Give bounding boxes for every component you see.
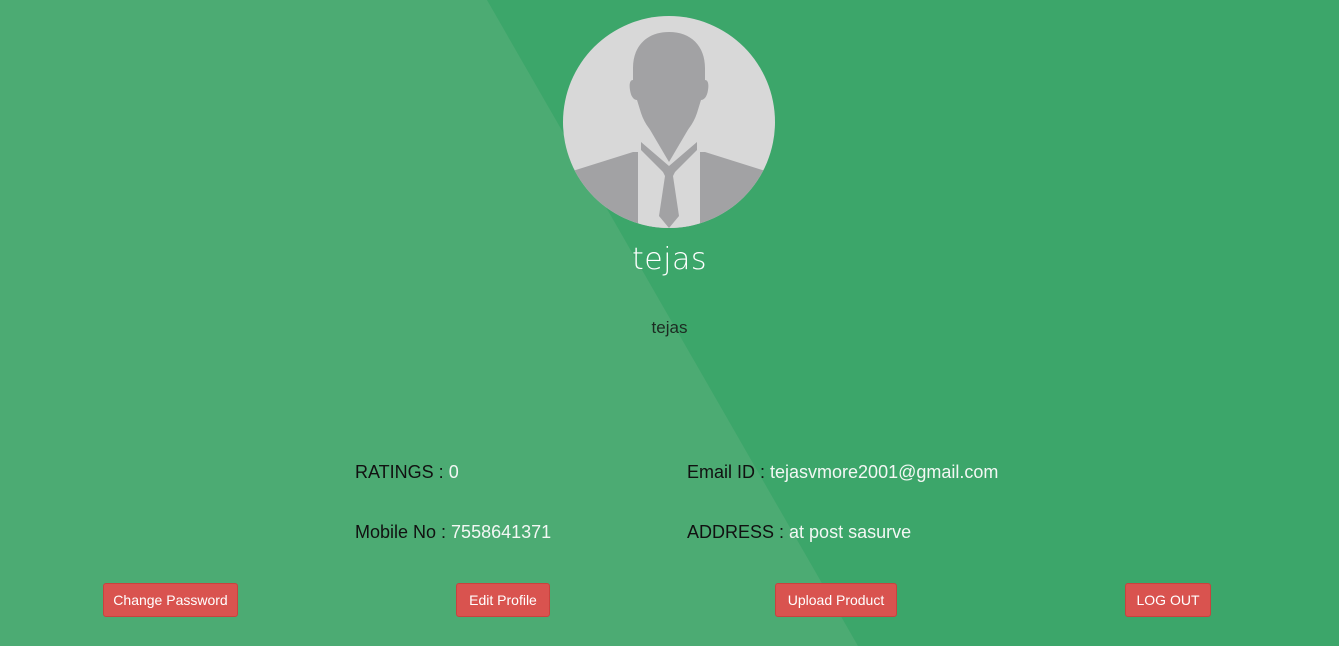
- ratings-label: RATINGS :: [355, 462, 449, 482]
- log-out-button[interactable]: LOG OUT: [1125, 583, 1211, 617]
- ratings-value: 0: [448, 462, 459, 482]
- profile-avatar: [563, 16, 775, 228]
- mobile-field: Mobile No : 7558641371: [355, 522, 551, 543]
- mobile-value: 7558641371: [451, 522, 552, 542]
- profile-display-name: tejas: [631, 242, 708, 277]
- mobile-label: Mobile No :: [355, 522, 452, 542]
- change-password-button[interactable]: Change Password: [103, 583, 238, 617]
- ratings-field: RATINGS : 0: [355, 462, 459, 483]
- person-silhouette-icon: [563, 32, 775, 228]
- address-field: ADDRESS : at post sasurve: [687, 522, 911, 543]
- profile-username: tejas: [651, 318, 688, 337]
- email-field: Email ID : tejasvmore2001@gmail.com: [687, 462, 998, 483]
- address-label: ADDRESS :: [687, 522, 790, 542]
- email-value: tejasvmore2001@gmail.com: [770, 462, 999, 482]
- address-value: at post sasurve: [789, 522, 912, 542]
- email-label: Email ID :: [687, 462, 771, 482]
- upload-product-button[interactable]: Upload Product: [775, 583, 897, 617]
- edit-profile-button[interactable]: Edit Profile: [456, 583, 550, 617]
